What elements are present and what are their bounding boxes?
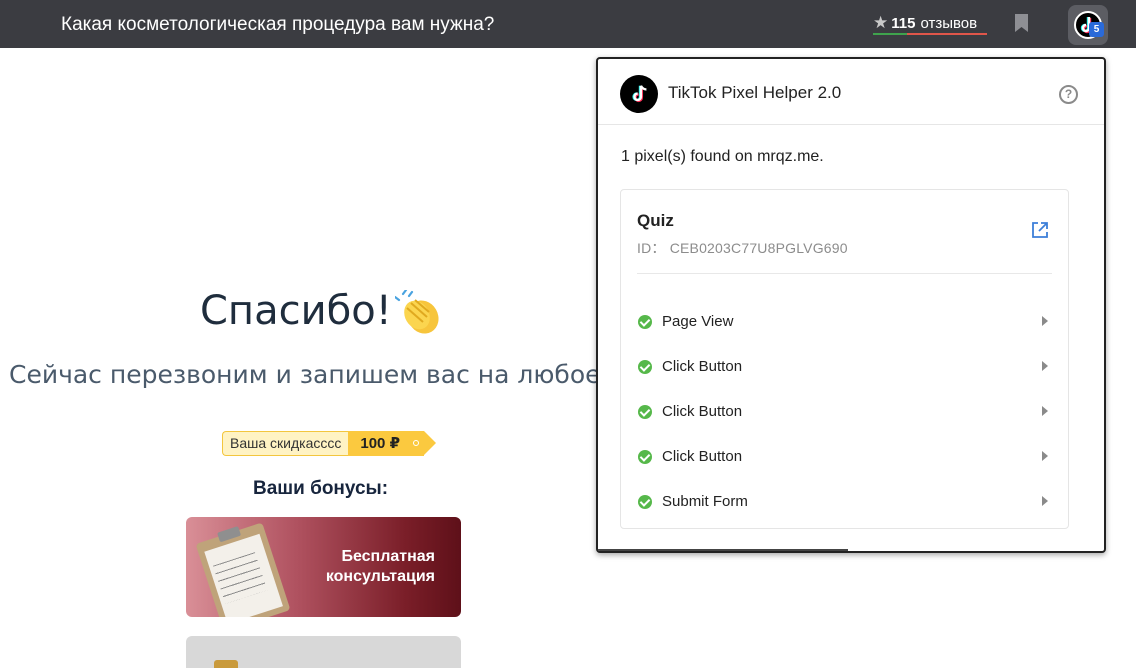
event-row-page-view[interactable]: Page View — [637, 310, 1057, 334]
callback-subtitle: Сейчас перезвоним и запишем вас на любое… — [9, 360, 641, 389]
pixel-card-divider — [637, 273, 1052, 274]
check-circle-icon — [638, 405, 652, 419]
chevron-right-icon[interactable] — [1042, 451, 1048, 461]
tiktok-pixel-helper-popup: TikTok Pixel Helper 2.0 ? 1 pixel(s) fou… — [596, 57, 1106, 553]
bonus-card-text: Бесплатная консультация — [326, 547, 435, 587]
event-label: Submit Form — [662, 493, 748, 510]
event-row-click-button-2[interactable]: Click Button — [637, 400, 1057, 424]
clapping-hands-icon — [395, 290, 439, 334]
bonus-card-consultation[interactable]: Бесплатная консультация — [186, 517, 461, 617]
chevron-right-icon[interactable] — [1042, 406, 1048, 416]
bookmark-icon[interactable] — [1015, 14, 1028, 32]
check-circle-icon — [638, 450, 652, 464]
event-label: Click Button — [662, 448, 743, 465]
chevron-right-icon[interactable] — [1042, 316, 1048, 326]
bonus-gift-icon — [214, 660, 238, 668]
popup-scroll-indicator — [598, 549, 848, 551]
bonus-line-2: консультация — [325, 568, 435, 585]
browser-topbar: Какая косметологическая процедура вам ну… — [0, 0, 1136, 48]
help-icon[interactable]: ? — [1059, 85, 1078, 104]
reviews-count: 115 — [891, 15, 916, 32]
pixels-found-text: 1 pixel(s) found on mrqz.me. — [621, 148, 824, 165]
check-circle-icon — [638, 315, 652, 329]
clipboard-icon — [195, 522, 291, 617]
bonuses-heading: Ваши бонусы: — [253, 478, 389, 499]
bonus-line-1: Бесплатная — [341, 548, 435, 565]
event-row-click-button-1[interactable]: Click Button — [637, 355, 1057, 379]
event-row-click-button-3[interactable]: Click Button — [637, 445, 1057, 469]
page-title: Какая косметологическая процедура вам ну… — [61, 14, 495, 35]
open-external-icon[interactable] — [1030, 220, 1050, 240]
discount-label: Ваша скидкасссс — [222, 431, 349, 456]
check-circle-icon — [638, 495, 652, 509]
event-row-submit-form[interactable]: Submit Form — [637, 490, 1057, 514]
tiktok-extension-button[interactable]: 5 — [1068, 5, 1108, 45]
thanks-heading: Спасибо! — [200, 288, 392, 334]
discount-value: 100 ₽ — [348, 431, 436, 456]
event-label: Page View — [662, 313, 734, 330]
reviews-link[interactable]: ★ 115 отзывов — [873, 13, 977, 33]
discount-amount: 100 ₽ — [360, 435, 401, 452]
event-label: Click Button — [662, 403, 743, 420]
pixel-name: Quiz — [637, 211, 674, 230]
popup-header: TikTok Pixel Helper 2.0 ? — [598, 59, 1104, 125]
extension-badge: 5 — [1089, 22, 1104, 37]
chevron-right-icon[interactable] — [1042, 361, 1048, 371]
discount-badge: Ваша скидкасссс 100 ₽ — [222, 431, 436, 456]
tiktok-logo-icon — [620, 75, 658, 113]
star-icon: ★ — [873, 13, 889, 32]
chevron-right-icon[interactable] — [1042, 496, 1048, 506]
check-circle-icon — [638, 360, 652, 374]
pixel-id: ID： CEB0203C77U8PGLVG690 — [637, 240, 848, 256]
popup-title: TikTok Pixel Helper 2.0 — [668, 83, 842, 102]
event-label: Click Button — [662, 358, 743, 375]
discount-dot-icon — [413, 440, 420, 446]
reviews-rating-bar — [873, 33, 987, 35]
bonus-card-second[interactable] — [186, 636, 461, 668]
pixel-card: Quiz ID： CEB0203C77U8PGLVG690 Page View … — [620, 189, 1069, 529]
reviews-label: отзывов — [920, 15, 978, 32]
